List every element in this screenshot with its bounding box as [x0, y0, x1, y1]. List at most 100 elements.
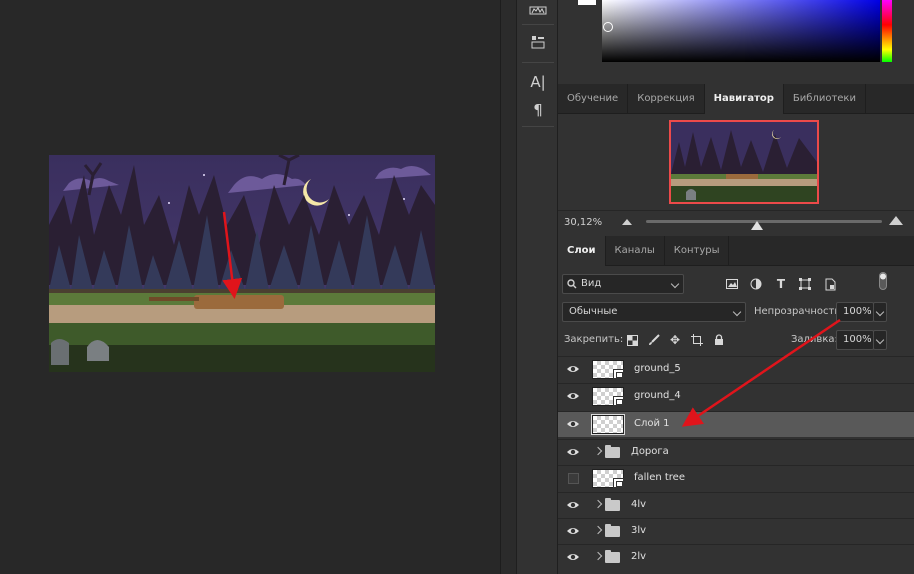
layer-row[interactable]: fallen tree — [558, 465, 914, 491]
filter-pixel-icon[interactable] — [725, 277, 739, 291]
chevron-down-icon — [875, 335, 885, 345]
layer-filter-select[interactable]: Вид — [562, 274, 684, 294]
layer-row[interactable]: 2lv — [558, 544, 914, 570]
zoom-out-icon[interactable] — [622, 219, 632, 225]
layer-row[interactable]: ground_4 — [558, 383, 914, 409]
layer-thumbnail — [592, 360, 624, 379]
lock-position-move-icon[interactable]: ✥ — [668, 333, 682, 347]
chevron-right-icon[interactable] — [593, 525, 603, 535]
chevron-right-icon[interactable] — [593, 551, 603, 561]
document-canvas-area[interactable] — [0, 0, 500, 574]
eye-visibility-icon[interactable] — [566, 552, 580, 562]
layer-name: 2lv — [631, 551, 647, 562]
zoom-in-icon[interactable] — [889, 216, 903, 225]
tool-separator — [522, 24, 554, 25]
opacity-dropdown[interactable] — [873, 302, 887, 322]
eye-visibility-icon[interactable] — [566, 526, 580, 536]
eye-visibility-icon[interactable] — [566, 364, 580, 374]
character-icon[interactable]: A| — [528, 72, 548, 92]
chevron-down-icon — [732, 307, 742, 317]
eye-visibility-icon[interactable] — [566, 447, 580, 457]
layer-name: 3lv — [631, 525, 647, 536]
tab-adjustments[interactable]: Коррекция — [628, 84, 705, 114]
filter-toggle-icon[interactable] — [876, 272, 890, 290]
layer-thumbnail — [591, 414, 625, 435]
chevron-right-icon[interactable] — [593, 446, 603, 456]
smart-object-badge-icon — [613, 396, 624, 406]
fill-label: Заливка: — [791, 334, 838, 345]
properties-icon[interactable] — [528, 32, 548, 52]
lock-label: Закрепить: — [564, 334, 624, 345]
tool-separator — [522, 62, 554, 63]
paragraph-icon[interactable]: ¶ — [528, 100, 548, 120]
character-glyph: A| — [530, 73, 546, 91]
filter-value: Вид — [581, 278, 602, 289]
blend-mode-select[interactable]: Обычные — [562, 302, 746, 322]
tab-navigator[interactable]: Навигатор — [704, 84, 784, 114]
lock-artboard-icon[interactable] — [690, 333, 704, 347]
tab-channels[interactable]: Каналы — [606, 236, 665, 266]
layer-row[interactable]: Слой 1 — [558, 411, 914, 437]
paragraph-glyph: ¶ — [533, 101, 543, 119]
chevron-right-icon[interactable] — [593, 499, 603, 509]
layers-panel: Вид T Обычные Непрозрачность: 100% Закре… — [558, 266, 914, 574]
layer-name: 4lv — [631, 499, 647, 510]
fill-dropdown[interactable] — [873, 330, 887, 350]
filter-smart-object-icon[interactable] — [823, 277, 837, 291]
zoom-slider-knob[interactable] — [750, 221, 763, 230]
folder-icon — [605, 524, 620, 537]
layer-name: Слой 1 — [634, 418, 670, 429]
opacity-input[interactable]: 100% — [836, 302, 874, 322]
layer-name: fallen tree — [634, 472, 685, 483]
zoom-slider-track[interactable] — [646, 220, 882, 223]
game-scene-artwork[interactable] — [49, 155, 435, 372]
tab-learn[interactable]: Обучение — [558, 84, 629, 114]
lock-all-icon[interactable] — [712, 333, 726, 347]
collapsed-panel-strip: A| ¶ — [516, 0, 558, 574]
layer-name: ground_5 — [634, 363, 681, 374]
tab-libraries[interactable]: Библиотеки — [784, 84, 866, 114]
filter-type-icon[interactable]: T — [774, 277, 788, 291]
chevron-down-icon — [670, 279, 680, 289]
eye-visibility-icon[interactable] — [566, 500, 580, 510]
eye-visibility-icon[interactable] — [566, 419, 580, 429]
layer-row[interactable]: Дорога — [558, 439, 914, 465]
opacity-label: Непрозрачность: — [754, 306, 844, 317]
right-panel-dock: Обучение Коррекция Навигатор Библиотеки — [558, 0, 914, 574]
tab-layers[interactable]: Слои — [558, 236, 606, 266]
smart-object-badge-icon — [613, 369, 624, 379]
folder-icon — [605, 550, 620, 563]
lock-image-brush-icon[interactable] — [647, 333, 661, 347]
layer-row[interactable]: ground_5 — [558, 356, 914, 382]
color-picker-field[interactable] — [602, 0, 880, 62]
fill-input[interactable]: 100% — [836, 330, 874, 350]
blend-mode-value: Обычные — [569, 306, 618, 317]
eye-visibility-icon[interactable] — [566, 391, 580, 401]
layer-name: Дорога — [631, 446, 669, 457]
foreground-swatch[interactable] — [578, 0, 596, 5]
chevron-down-icon — [875, 307, 885, 317]
layer-thumbnail — [592, 469, 624, 488]
search-icon — [567, 279, 577, 289]
photoshop-window: A| ¶ Обучение Коррекция Навигатор Библио… — [0, 0, 914, 574]
histogram-icon[interactable] — [528, 0, 548, 20]
lock-transparent-icon[interactable] — [625, 333, 639, 347]
panel-divider[interactable] — [500, 0, 516, 574]
filter-adjustment-icon[interactable] — [749, 277, 763, 291]
layer-row[interactable]: 4lv — [558, 492, 914, 518]
hue-slider[interactable] — [882, 0, 892, 62]
layer-thumbnail — [592, 387, 624, 406]
folder-icon — [605, 445, 620, 458]
color-picker-cursor[interactable] — [603, 22, 613, 32]
layer-name: ground_4 — [634, 390, 681, 401]
top-panel-tabs: Обучение Коррекция Навигатор Библиотеки — [558, 84, 914, 114]
zoom-value[interactable]: 30,12% — [564, 217, 602, 228]
navigator-zoom-row: 30,12% — [558, 210, 914, 234]
layers-panel-tabs: Слои Каналы Контуры — [558, 236, 914, 266]
tab-paths[interactable]: Контуры — [665, 236, 730, 266]
filter-shape-icon[interactable] — [798, 277, 812, 291]
visibility-toggle-off[interactable] — [568, 473, 579, 484]
smart-object-badge-icon — [613, 478, 624, 488]
layer-row[interactable]: 3lv — [558, 518, 914, 544]
navigator-preview[interactable] — [669, 120, 819, 204]
